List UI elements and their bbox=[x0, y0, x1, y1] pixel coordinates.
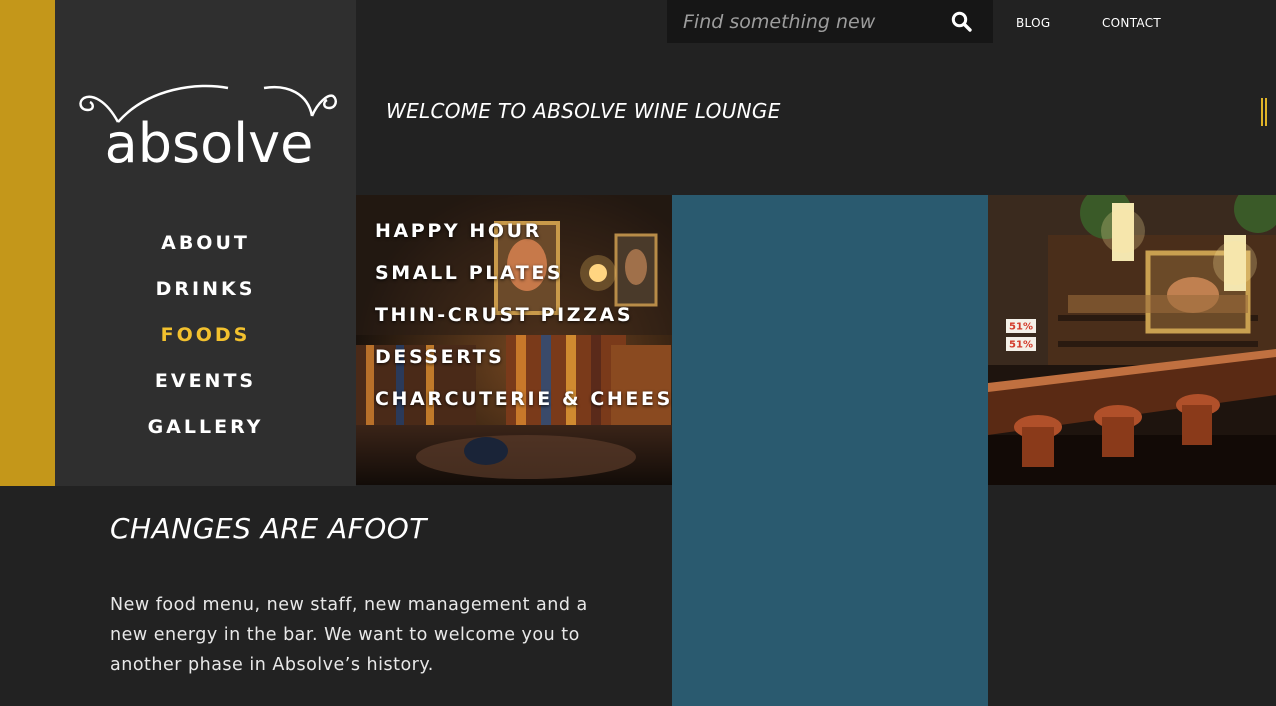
search-bar bbox=[667, 0, 993, 43]
logo[interactable]: absolve bbox=[78, 80, 338, 180]
menu-item-small-plates[interactable]: SMALL PLATES bbox=[375, 260, 688, 302]
menu-item-charcuterie-cheese[interactable]: CHARCUTERIE & CHEESE bbox=[375, 386, 688, 428]
welcome-banner: WELCOME TO ABSOLVE WINE LOUNGE bbox=[386, 99, 781, 123]
foods-submenu: HAPPY HOUR SMALL PLATES THIN-CRUST PIZZA… bbox=[375, 218, 688, 428]
search-icon[interactable] bbox=[950, 10, 974, 34]
menu-item-thin-crust-pizzas[interactable]: THIN-CRUST PIZZAS bbox=[375, 302, 688, 344]
menu-item-desserts[interactable]: DESSERTS bbox=[375, 344, 688, 386]
bar-sign-1: 51% bbox=[1009, 322, 1033, 333]
logo-wordmark: absolve bbox=[104, 112, 314, 175]
ticker-marker bbox=[1261, 98, 1267, 126]
bar-sign-2: 51% bbox=[1009, 340, 1033, 351]
nav-item-drinks[interactable]: DRINKS bbox=[55, 276, 356, 322]
feature-tile bbox=[672, 195, 988, 706]
article-body: New food menu, new staff, new management… bbox=[110, 595, 588, 675]
article-title: CHANGES ARE AFOOT bbox=[110, 512, 427, 545]
menu-item-happy-hour[interactable]: HAPPY HOUR bbox=[375, 218, 688, 260]
nav-item-about[interactable]: ABOUT bbox=[55, 230, 356, 276]
nav-item-events[interactable]: EVENTS bbox=[55, 368, 356, 414]
accent-strip bbox=[0, 0, 55, 486]
nav-item-gallery[interactable]: GALLERY bbox=[55, 414, 356, 460]
bar-photo: 51% 51% bbox=[988, 195, 1276, 485]
nav-item-foods[interactable]: FOODS bbox=[55, 322, 356, 368]
search-input[interactable] bbox=[681, 6, 935, 38]
main-nav: ABOUT DRINKS FOODS EVENTS GALLERY bbox=[55, 230, 356, 460]
contact-link[interactable]: CONTACT bbox=[1102, 16, 1161, 30]
blog-link[interactable]: BLOG bbox=[1016, 16, 1050, 30]
